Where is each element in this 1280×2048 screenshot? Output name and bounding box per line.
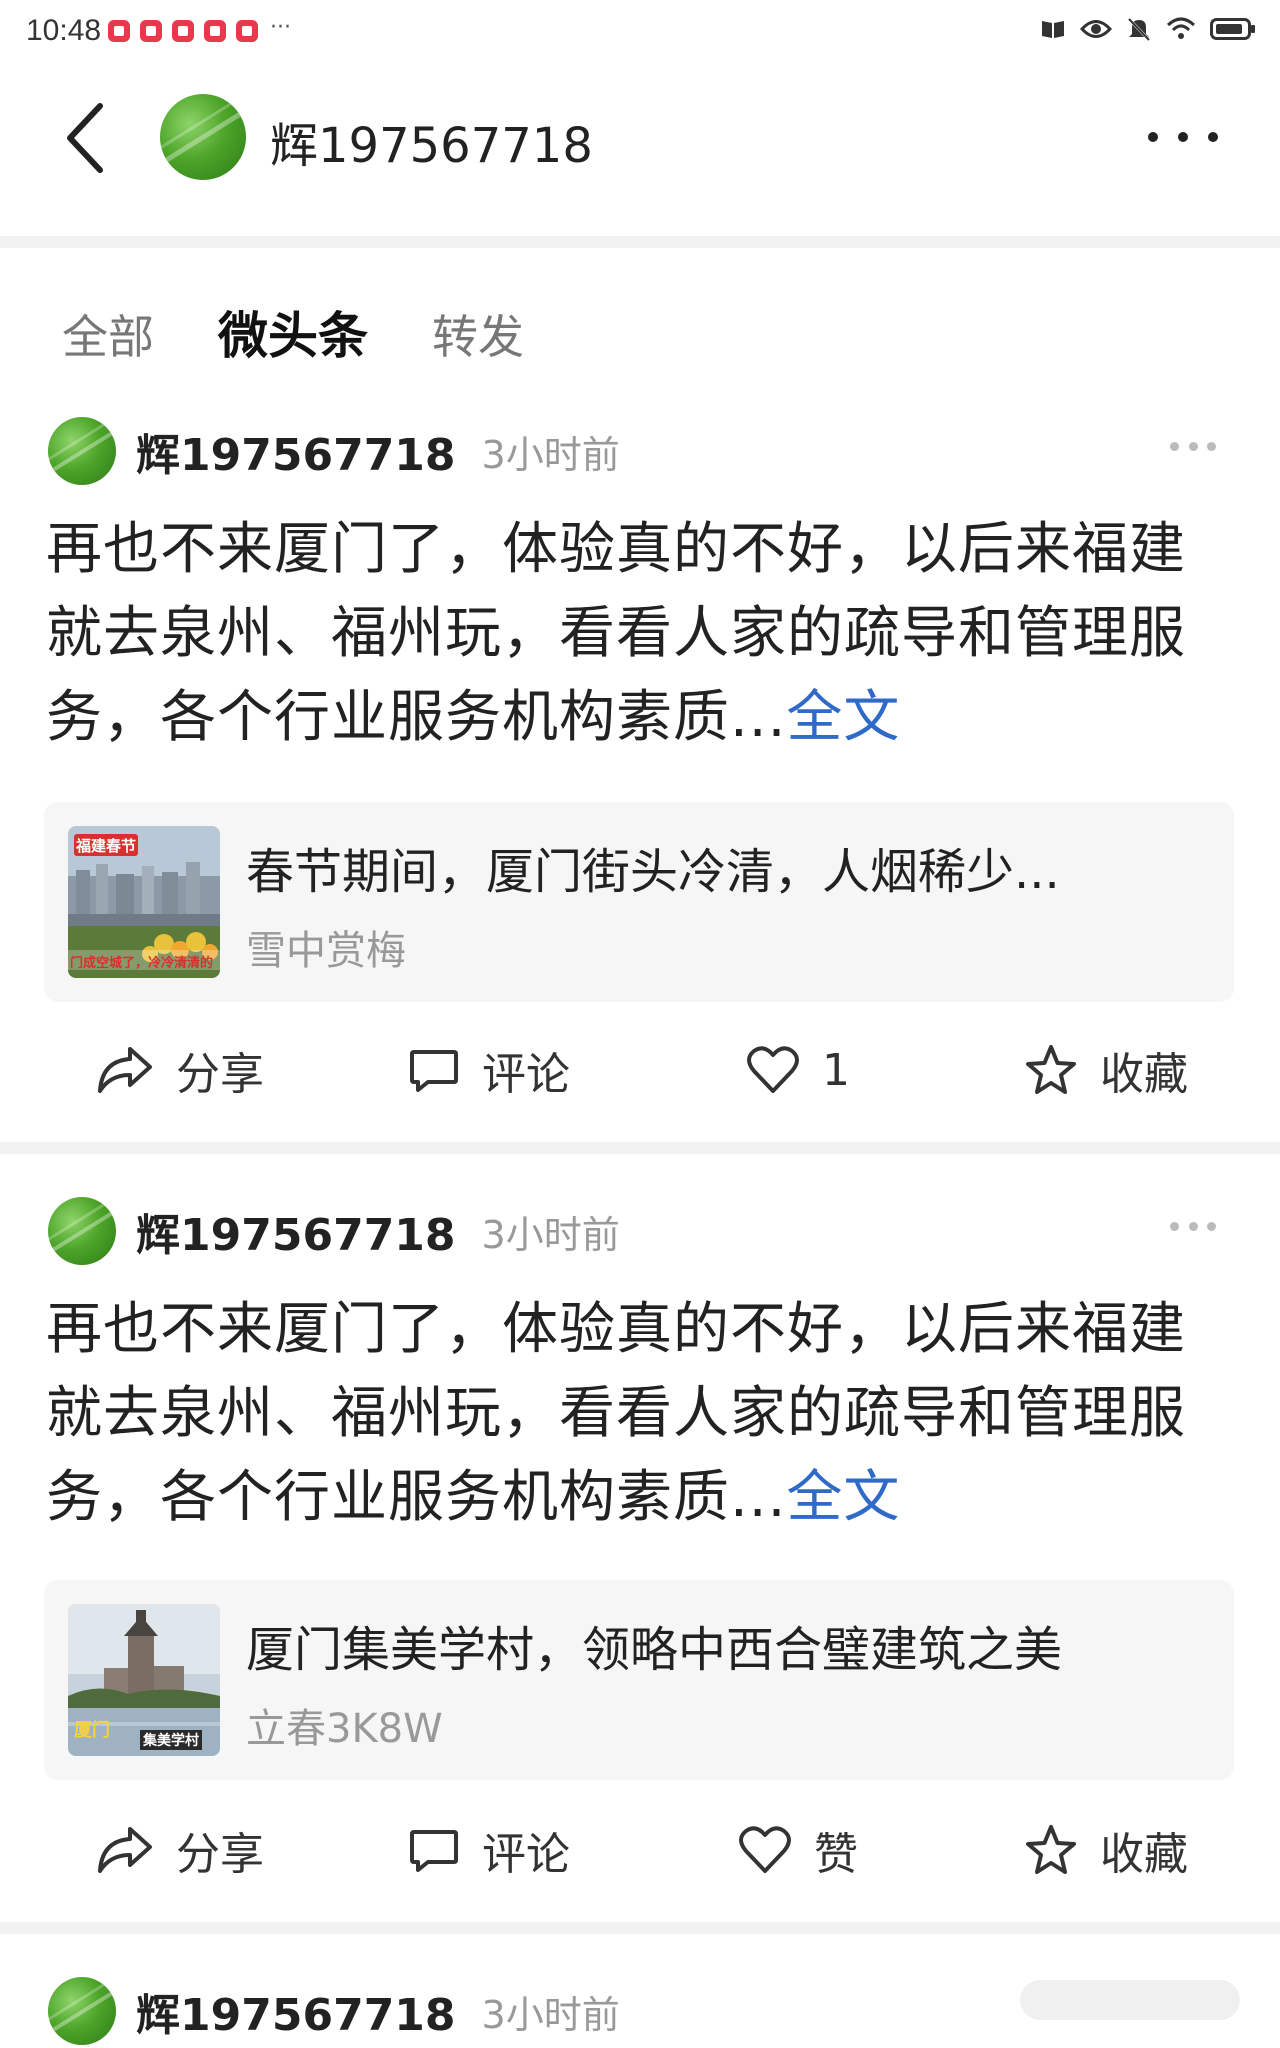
- post-more-button[interactable]: [1170, 1222, 1216, 1236]
- linked-article-card[interactable]: 厦门 集美学村 厦门集美学村，领略中西合璧建筑之美 立春3K8W: [44, 1580, 1234, 1780]
- app-notification-icon: [204, 20, 226, 42]
- post-actions: 分享 评论 赞 收藏: [0, 1810, 1280, 1890]
- clock: 10:48: [26, 14, 102, 47]
- app-notification-icon: [236, 20, 258, 42]
- linked-article-card[interactable]: 福建春节 门成空城了，冷冷清清的 春节期间，厦门街头冷清，人烟稀少... 雪中赏…: [44, 802, 1234, 1002]
- divider: [0, 236, 1280, 248]
- thumbnail-caption: 门成空城了，冷冷清清的: [70, 956, 214, 971]
- avatar[interactable]: [160, 94, 246, 180]
- avatar[interactable]: [48, 1977, 116, 2045]
- post-header: 辉197567718 3小时前: [48, 416, 620, 486]
- favorite-label: 收藏: [1100, 1829, 1188, 1880]
- comment-bubble-icon: [410, 1050, 458, 1092]
- reading-mode-icon: [1042, 21, 1064, 38]
- like-label: 赞: [814, 1829, 858, 1880]
- notification-icons: ···: [108, 15, 291, 42]
- avatar[interactable]: [48, 417, 116, 485]
- heart-icon: [739, 1826, 791, 1873]
- app-notification-icon: [108, 20, 130, 42]
- comment-label: 评论: [482, 1829, 570, 1880]
- avatar[interactable]: [48, 1197, 116, 1265]
- star-icon: [1026, 1045, 1076, 1094]
- post-text[interactable]: 再也不来厦门了，体验真的不好，以后来福建就去泉州、福州玩，看看人家的疏导和管理服…: [46, 508, 1236, 760]
- thumbnail-city-label: 厦门: [74, 1720, 110, 1741]
- tab-micro-headline[interactable]: 微头条: [218, 296, 368, 368]
- share-arrow-icon: [98, 1827, 152, 1873]
- thumbnail-tag: 福建春节: [76, 837, 137, 855]
- post-author[interactable]: 辉197567718: [136, 419, 456, 483]
- like-count: 1: [822, 1044, 850, 1096]
- post-actions: 分享 评论 1 收藏: [0, 1030, 1280, 1110]
- battery-icon: [1210, 18, 1255, 40]
- comment-bubble-icon: [410, 1830, 458, 1872]
- more-dots-icon: [1170, 442, 1179, 451]
- more-dots-icon: [1170, 1222, 1179, 1231]
- mute-bell-icon: [1127, 17, 1151, 42]
- content-tabs: 全部 微头条 转发: [62, 296, 524, 368]
- full-text-link[interactable]: 全文: [786, 1465, 900, 1530]
- divider: [0, 1922, 1280, 1934]
- wifi-icon: [1166, 17, 1196, 39]
- profile-name: 辉197567718: [270, 118, 593, 174]
- app-notification-icon: [140, 20, 162, 42]
- comment-button[interactable]: 评论: [408, 1810, 570, 1890]
- heart-icon: [747, 1046, 799, 1093]
- article-source: 立春3K8W: [246, 1706, 443, 1752]
- share-button[interactable]: 分享: [96, 1030, 264, 1110]
- post-header: 辉197567718 3小时前: [48, 1196, 620, 1266]
- article-thumbnail: 福建春节 门成空城了，冷冷清清的: [68, 826, 220, 978]
- share-label: 分享: [176, 1829, 264, 1880]
- profile-header: 辉197567718: [0, 60, 1280, 236]
- post-text[interactable]: 再也不来厦门了，体验真的不好，以后来福建就去泉州、福州玩，看看人家的疏导和管理服…: [46, 1288, 1236, 1540]
- app-notification-icon: [172, 20, 194, 42]
- article-title: 厦门集美学村，领略中西合璧建筑之美: [246, 1622, 1063, 1678]
- favorite-button[interactable]: 收藏: [1024, 1810, 1188, 1890]
- full-text-link[interactable]: 全文: [786, 685, 900, 750]
- system-icons: [1040, 16, 1256, 42]
- like-button[interactable]: 赞: [738, 1810, 858, 1890]
- favorite-button[interactable]: 收藏: [1024, 1030, 1188, 1110]
- article-thumbnail: 厦门 集美学村: [68, 1604, 220, 1756]
- article-source: 雪中赏梅: [246, 928, 406, 974]
- post-author[interactable]: 辉197567718: [136, 1199, 456, 1263]
- share-button[interactable]: 分享: [96, 1810, 264, 1890]
- post-time: 3小时前: [481, 1212, 620, 1257]
- post-more-button[interactable]: [1170, 442, 1216, 456]
- share-label: 分享: [176, 1049, 264, 1100]
- comment-button[interactable]: 评论: [408, 1030, 570, 1110]
- comment-label: 评论: [482, 1049, 570, 1100]
- post-time: 3小时前: [481, 432, 620, 477]
- share-arrow-icon: [98, 1047, 152, 1093]
- status-bar: 10:48 ···: [0, 0, 1280, 60]
- eye-icon: [1080, 20, 1112, 38]
- post-time: 3小时前: [481, 1992, 620, 2037]
- favorite-label: 收藏: [1100, 1049, 1188, 1100]
- back-arrow-icon: [67, 103, 103, 173]
- like-button[interactable]: 1: [746, 1030, 850, 1110]
- tab-repost[interactable]: 转发: [432, 301, 524, 367]
- more-options-button[interactable]: [1148, 122, 1218, 152]
- post-header: 辉197567718 3小时前: [48, 1976, 620, 2046]
- watermark-overlay: [1020, 1980, 1240, 2020]
- post-author[interactable]: 辉197567718: [136, 1979, 456, 2043]
- article-title: 春节期间，厦门街头冷清，人烟稀少...: [246, 844, 1060, 900]
- more-dots-icon: [1148, 132, 1158, 142]
- star-icon: [1026, 1825, 1076, 1874]
- more-notifications-indicator: ···: [270, 15, 291, 40]
- back-button[interactable]: [60, 100, 110, 176]
- thumbnail-place-label: 集美学村: [140, 1730, 202, 1750]
- divider: [0, 1142, 1280, 1154]
- tab-all[interactable]: 全部: [62, 301, 154, 367]
